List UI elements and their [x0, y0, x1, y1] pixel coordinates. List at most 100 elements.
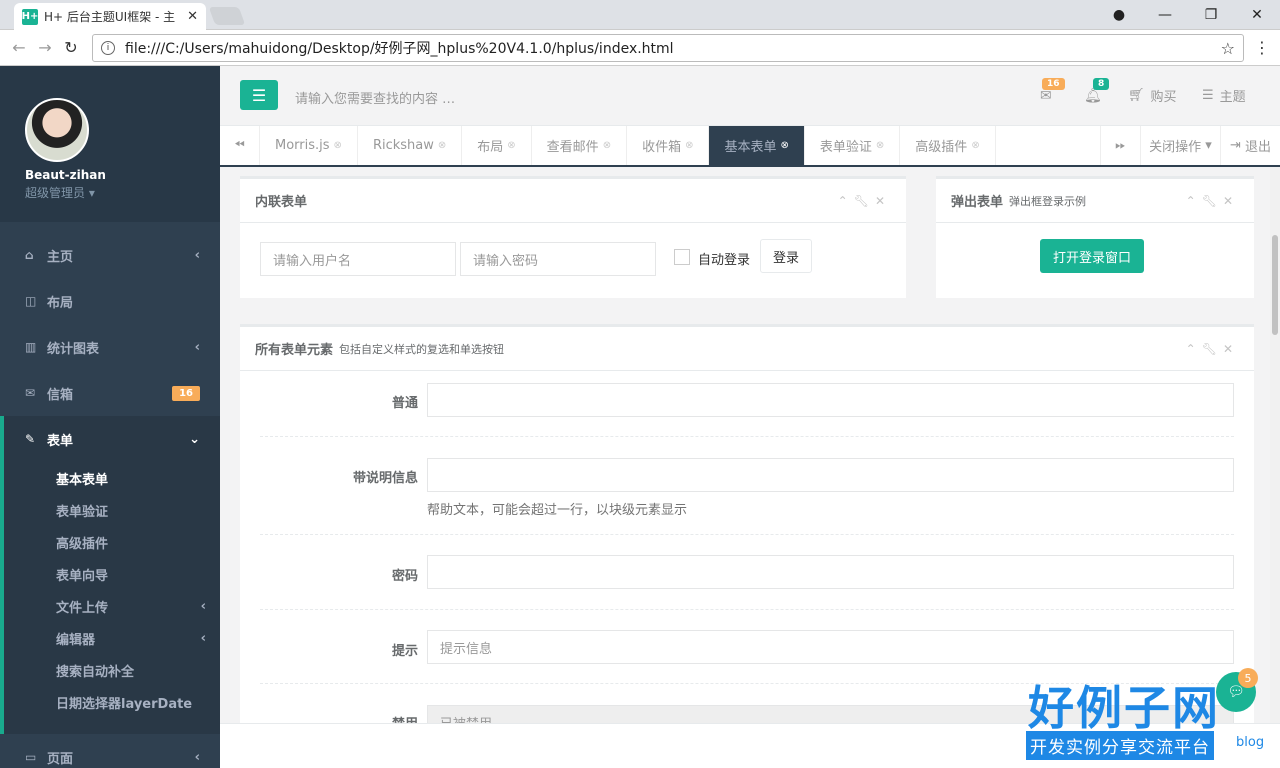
help-text-input[interactable]: [427, 458, 1234, 492]
close-circle-icon[interactable]: ⊗: [507, 140, 515, 151]
forms-submenu: 基本表单 表单验证 高级插件 表单向导 文件上传 ‹ 编辑器 ‹ 搜索自动补全 日期…: [0, 462, 220, 734]
sidebar-item-home[interactable]: ⌂ 主页 ‹: [0, 232, 220, 278]
url-text[interactable]: file:///C:/Users/mahuidong/Desktop/好例子网_…: [125, 38, 1221, 58]
menu-toggle-button[interactable]: ☰: [240, 80, 278, 110]
submenu-layerdate[interactable]: 日期选择器layerDate: [4, 686, 220, 718]
reload-icon[interactable]: ↻: [58, 38, 84, 57]
wrench-icon[interactable]: 🔧︎: [1202, 194, 1223, 208]
tab-label: 表单验证: [819, 140, 872, 155]
profile-icon[interactable]: ●: [1096, 0, 1142, 30]
buy-label: 购买: [1150, 90, 1177, 105]
back-icon[interactable]: ←: [6, 38, 32, 57]
sidebar-item-pages[interactable]: ▭ 页面 ‹: [0, 734, 220, 768]
wrench-icon[interactable]: 🔧︎: [854, 194, 875, 208]
field-label: 密码: [391, 569, 418, 584]
close-circle-icon[interactable]: ⊗: [685, 140, 693, 151]
close-circle-icon[interactable]: ⊗: [876, 140, 884, 151]
restore-button[interactable]: ❐: [1188, 0, 1234, 30]
tab-morris[interactable]: Morris.js ⊗: [260, 126, 358, 165]
submenu-advanced-plugins[interactable]: 高级插件: [4, 526, 220, 558]
user-role-dropdown[interactable]: 超级管理员 ▾: [25, 184, 220, 201]
sidebar-item-layout[interactable]: ◫ 布局: [0, 278, 220, 324]
remember-checkbox[interactable]: [674, 249, 690, 265]
submenu-autocomplete[interactable]: 搜索自动补全: [4, 654, 220, 686]
tab-form-validation[interactable]: 表单验证 ⊗: [805, 126, 901, 165]
close-tab-icon[interactable]: ✕: [187, 9, 198, 24]
top-search-input[interactable]: 请输入您需要查找的内容 …: [295, 88, 455, 107]
all-elements-panel: 所有表单元素 包括自定义样式的复选和单选按钮 ⌃🔧︎✕ 普通 带说明信息 帮助文…: [240, 324, 1254, 723]
password-field[interactable]: [427, 555, 1234, 589]
chevron-left-icon: ‹: [194, 339, 200, 355]
placeholder-input[interactable]: 提示信息: [427, 630, 1234, 664]
username-input[interactable]: 请输入用户名: [260, 242, 456, 276]
home-icon: ⌂: [25, 248, 34, 262]
chevron-up-icon[interactable]: ⌃: [1186, 194, 1202, 208]
tab-label: 高级插件: [915, 140, 968, 155]
chevron-up-icon[interactable]: ⌃: [838, 194, 854, 208]
logout-button[interactable]: ⇥ 退出: [1220, 126, 1280, 165]
close-operations-dropdown[interactable]: 关闭操作 ▾: [1140, 126, 1220, 165]
sidebar-item-mailbox[interactable]: ✉ 信箱 16: [0, 370, 220, 416]
close-icon[interactable]: ✕: [875, 194, 891, 208]
submenu-form-wizard[interactable]: 表单向导: [4, 558, 220, 590]
avatar[interactable]: [25, 98, 89, 162]
close-circle-icon[interactable]: ⊗: [781, 140, 789, 151]
user-role: 超级管理员: [25, 186, 86, 200]
sidebar-item-forms[interactable]: ✎ 表单 ⌄: [0, 416, 220, 462]
cart-icon: 🛒︎: [1128, 88, 1145, 103]
chevron-down-icon: ⌄: [189, 431, 200, 447]
tab-advanced-plugins[interactable]: 高级插件 ⊗: [900, 126, 996, 165]
sidebar-item-charts[interactable]: ▥ 统计图表 ‹: [0, 324, 220, 370]
theme-label: 主题: [1219, 90, 1246, 105]
tab-label: 基本表单: [724, 140, 777, 155]
buy-link[interactable]: 🛒︎ 购买: [1128, 86, 1177, 105]
tab-rickshaw[interactable]: Rickshaw ⊗: [358, 126, 463, 165]
tabs-scroll-right-icon[interactable]: ⏩︎: [1100, 126, 1140, 165]
password-input[interactable]: 请输入密码: [460, 242, 656, 276]
browser-menu-icon[interactable]: ⋮: [1254, 38, 1270, 57]
divider: [260, 609, 1234, 610]
close-window-button[interactable]: ✕: [1234, 0, 1280, 30]
minimize-button[interactable]: —: [1142, 0, 1188, 30]
window-controls: ● — ❐ ✕: [1096, 0, 1280, 30]
remember-label: 自动登录: [698, 253, 751, 268]
panel-header: 所有表单元素 包括自定义样式的复选和单选按钮 ⌃🔧︎✕: [240, 327, 1254, 371]
close-circle-icon[interactable]: ⊗: [603, 140, 611, 151]
tab-layout[interactable]: 布局 ⊗: [462, 126, 532, 165]
submenu-basic-form[interactable]: 基本表单: [4, 462, 220, 494]
submenu-editor[interactable]: 编辑器 ‹: [4, 622, 220, 654]
chevron-up-icon[interactable]: ⌃: [1186, 342, 1202, 356]
normal-input[interactable]: [427, 383, 1234, 417]
info-icon[interactable]: i: [101, 41, 115, 55]
open-login-window-button[interactable]: 打开登录窗口: [1040, 239, 1145, 273]
browser-tab[interactable]: H+ H+ 后台主题UI框架 - 主 ✕: [14, 3, 206, 30]
bookmark-star-icon[interactable]: ☆: [1221, 39, 1235, 58]
tab-inbox[interactable]: 收件箱 ⊗: [627, 126, 710, 165]
blog-link[interactable]: blog: [1236, 735, 1264, 750]
mail-icon[interactable]: ✉: [1040, 88, 1052, 104]
page-scrollbar[interactable]: [1270, 167, 1280, 723]
tabs-scroll-left-icon[interactable]: ⏪︎: [220, 126, 260, 165]
omnibox[interactable]: i file:///C:/Users/mahuidong/Desktop/好例子…: [92, 34, 1244, 62]
mailbox-count-badge: 16: [172, 385, 200, 401]
new-tab-button[interactable]: [208, 7, 246, 25]
forward-icon[interactable]: →: [32, 38, 58, 57]
close-circle-icon[interactable]: ⊗: [438, 140, 446, 151]
theme-link[interactable]: ☰ 主题: [1202, 86, 1246, 105]
submenu-form-validation[interactable]: 表单验证: [4, 494, 220, 526]
submenu-label: 基本表单: [56, 472, 109, 488]
bell-icon[interactable]: 🔔︎: [1084, 88, 1102, 104]
close-icon[interactable]: ✕: [1223, 194, 1239, 208]
close-circle-icon[interactable]: ⊗: [971, 140, 979, 151]
close-circle-icon[interactable]: ⊗: [334, 140, 342, 151]
tab-view-mail[interactable]: 查看邮件 ⊗: [532, 126, 628, 165]
chevron-left-icon: ‹: [194, 247, 200, 263]
submenu-file-upload[interactable]: 文件上传 ‹: [4, 590, 220, 622]
panel-title: 所有表单元素: [255, 343, 334, 358]
close-icon[interactable]: ✕: [1223, 342, 1239, 356]
inline-form-panel: 内联表单 ⌃🔧︎✕ 请输入用户名 请输入密码 自动登录 登录: [240, 176, 906, 298]
tab-basic-form[interactable]: 基本表单 ⊗: [709, 126, 805, 165]
login-button[interactable]: 登录: [760, 239, 813, 273]
scrollbar-thumb[interactable]: [1272, 235, 1278, 335]
wrench-icon[interactable]: 🔧︎: [1202, 342, 1223, 356]
